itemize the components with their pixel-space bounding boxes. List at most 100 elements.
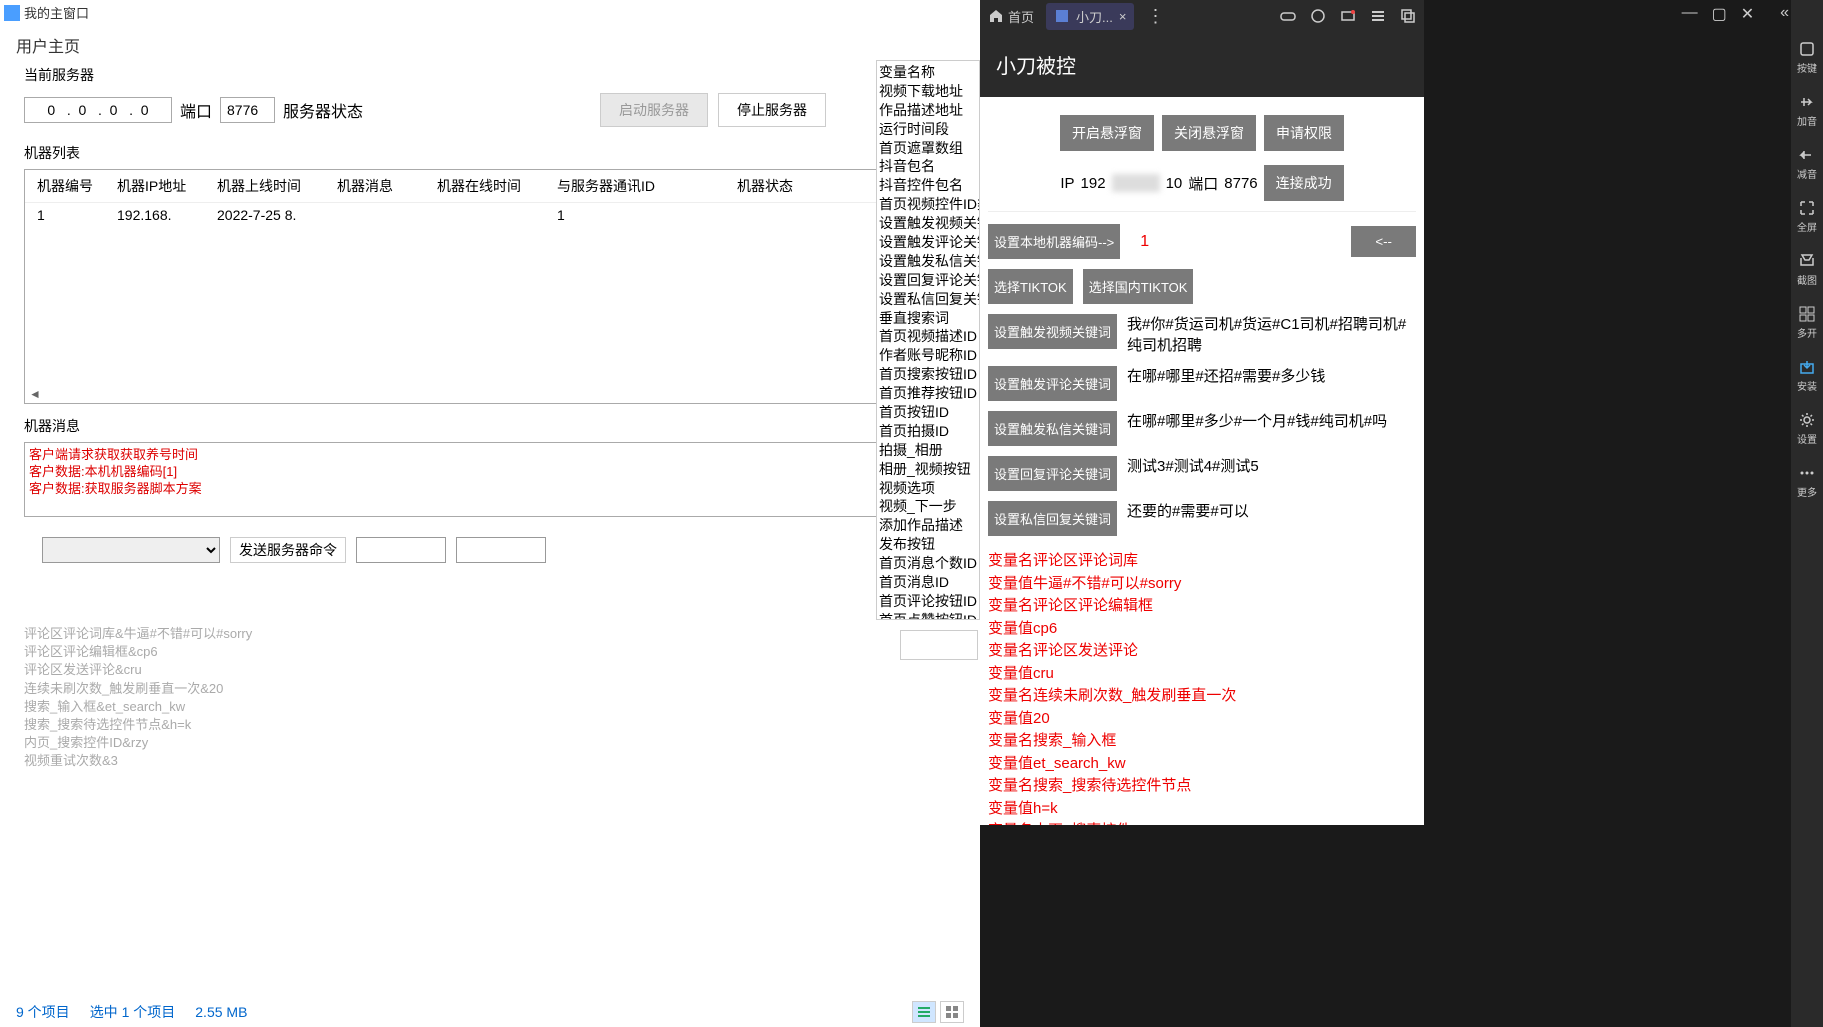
var-name-item[interactable]: 拍摄_相册	[879, 441, 977, 460]
set-keyword-button[interactable]: 设置触发评论关键词	[988, 366, 1117, 401]
minimize-icon[interactable]: —	[1682, 4, 1698, 24]
set-keyword-button[interactable]: 设置回复评论关键词	[988, 456, 1117, 491]
set-keyword-button[interactable]: 设置触发私信关键词	[988, 411, 1117, 446]
view-list-button[interactable]	[912, 1001, 936, 1023]
command-combo[interactable]	[42, 537, 220, 563]
var-name-item[interactable]: 首页消息ID	[879, 573, 977, 592]
machine-msg-box: 客户端请求获取获取养号时间 客户数据:本机机器编码[1] 客户数据:获取服务器脚…	[24, 442, 956, 517]
mobile-emulator-window: 首页 小刀... × ⋮ 小刀被控 开启悬浮窗 关闭悬浮窗 申请权限 IP 19…	[980, 0, 1424, 820]
var-name-item[interactable]: 首页按钮ID	[879, 403, 977, 422]
sidebar-item[interactable]: 截图	[1797, 252, 1817, 287]
var-name-item[interactable]: 视频选项	[879, 479, 977, 498]
main-window: 我的主窗口 用户主页 当前服务器 端口 服务器状态 启动服务器 停止服务器 机器…	[0, 0, 980, 1027]
var-name-item[interactable]: 添加作品描述	[879, 516, 977, 535]
var-name-item[interactable]: 首页视频控件ID类	[879, 195, 977, 214]
var-name-item[interactable]: 作者账号昵称ID	[879, 346, 977, 365]
variable-names-panel[interactable]: 变量名称视频下载地址作品描述地址运行时间段首页遮罩数组抖音包名抖音控件包名首页视…	[876, 60, 980, 620]
connect-button[interactable]: 连接成功	[1264, 165, 1344, 201]
close-tab-icon[interactable]: ×	[1119, 9, 1127, 24]
view-grid-button[interactable]	[940, 1001, 964, 1023]
var-name-item[interactable]: 视频_下一步	[879, 497, 977, 516]
var-name-item[interactable]: 抖音控件包名	[879, 176, 977, 195]
title-bar: 我的主窗口	[0, 0, 980, 25]
sidebar-item[interactable]: 按键	[1797, 40, 1817, 75]
var-name-item[interactable]: 作品描述地址	[879, 101, 977, 120]
send-command-button[interactable]: 发送服务器命令	[230, 537, 346, 563]
var-search-input[interactable]	[900, 630, 978, 660]
set-keyword-button[interactable]: 设置私信回复关键词	[988, 501, 1117, 536]
set-keyword-button[interactable]: 设置触发视频关键词	[988, 314, 1117, 349]
tab-app[interactable]: 小刀... ×	[1046, 3, 1134, 30]
sidebar-item[interactable]: 安装	[1797, 358, 1817, 393]
scroll-left-icon[interactable]: ◄	[29, 387, 41, 401]
table-row[interactable]: 1 192.168. 2022-7-25 8. 1	[25, 203, 955, 227]
var-name-item[interactable]: 首页搜索按钮ID	[879, 365, 977, 384]
app-icon	[4, 5, 20, 21]
mail-icon[interactable]	[1340, 8, 1356, 24]
col-time: 机器在线时间	[429, 176, 549, 196]
red-list-item: 变量值20	[988, 708, 1416, 731]
var-name-item[interactable]: 发布按钮	[879, 535, 977, 554]
status-items: 9 个项目	[16, 1002, 70, 1022]
variable-red-list: 变量名评论区评论词库变量值牛逼#不错#可以#sorry变量名评论区评论编辑框变量…	[988, 546, 1416, 825]
sidebar-item[interactable]: 多开	[1797, 305, 1817, 340]
var-name-item[interactable]: 首页遮罩数组	[879, 139, 977, 158]
var-name-item[interactable]: 运行时间段	[879, 120, 977, 139]
var-name-item[interactable]: 首页推荐按钮ID	[879, 384, 977, 403]
grid-icon	[945, 1005, 959, 1019]
collapse-icon[interactable]: «	[1780, 4, 1789, 24]
red-list-item: 变量名评论区发送评论	[988, 640, 1416, 663]
red-list-item: 变量名连续未刷次数_触发刷垂直一次	[988, 685, 1416, 708]
var-name-item[interactable]: 抖音包名	[879, 157, 977, 176]
emulator-sidebar: 按键加音减音全屏截图多开安装设置更多	[1791, 0, 1823, 1027]
sidebar-item[interactable]: 全屏	[1797, 199, 1817, 234]
arrow-back-button[interactable]: <--	[1351, 226, 1416, 257]
cmd-input-2[interactable]	[456, 537, 546, 563]
close-icon[interactable]: ✕	[1741, 4, 1754, 24]
red-list-item: 变量值h=k	[988, 798, 1416, 821]
port-input[interactable]	[220, 97, 275, 123]
close-float-button[interactable]: 关闭悬浮窗	[1162, 115, 1256, 151]
home-icon	[988, 8, 1004, 24]
menu-dots-icon[interactable]: ⋮	[1146, 6, 1164, 27]
var-name-item[interactable]: 首页拍摄ID	[879, 422, 977, 441]
var-name-item[interactable]: 设置私信回复关键	[879, 290, 977, 309]
sidebar-icon	[1798, 93, 1816, 111]
select-domestic-tiktok-button[interactable]: 选择国内TIKTOK	[1083, 269, 1194, 304]
gamepad-icon[interactable]	[1280, 8, 1296, 24]
var-name-item[interactable]: 变量名称	[879, 63, 977, 82]
globe-icon[interactable]	[1310, 8, 1326, 24]
open-float-button[interactable]: 开启悬浮窗	[1060, 115, 1154, 151]
ip-input[interactable]	[24, 97, 172, 123]
select-tiktok-button[interactable]: 选择TIKTOK	[988, 269, 1073, 304]
var-name-item[interactable]: 设置回复评论关键	[879, 271, 977, 290]
var-name-item[interactable]: 设置触发私信关键	[879, 252, 977, 271]
var-name-item[interactable]: 视频下载地址	[879, 82, 977, 101]
maximize-icon[interactable]: ▢	[1712, 4, 1727, 24]
port-value-m: 8776	[1224, 175, 1257, 192]
set-machine-code-button[interactable]: 设置本地机器编码-->	[988, 224, 1120, 259]
menu-icon[interactable]	[1370, 8, 1386, 24]
var-name-item[interactable]: 首页点赞按钮ID	[879, 611, 977, 620]
col-online: 机器上线时间	[209, 176, 329, 196]
request-permission-button[interactable]: 申请权限	[1264, 115, 1344, 151]
sidebar-item[interactable]: 减音	[1797, 146, 1817, 181]
sidebar-item[interactable]: 更多	[1797, 464, 1817, 499]
var-name-item[interactable]: 设置触发视频关键	[879, 214, 977, 233]
machine-code-value: 1	[1140, 233, 1149, 251]
var-name-item[interactable]: 相册_视频按钮	[879, 460, 977, 479]
sidebar-item[interactable]: 设置	[1797, 411, 1817, 446]
multi-window-icon[interactable]	[1400, 8, 1416, 24]
var-name-item[interactable]: 垂直搜索词	[879, 309, 977, 328]
cmd-input-1[interactable]	[356, 537, 446, 563]
col-msg: 机器消息	[329, 176, 429, 196]
var-name-item[interactable]: 首页视频描述ID	[879, 327, 977, 346]
var-name-item[interactable]: 设置触发评论关键	[879, 233, 977, 252]
sidebar-item[interactable]: 加音	[1797, 93, 1817, 128]
keyword-text: 还要的#需要#可以	[1127, 501, 1416, 522]
var-name-item[interactable]: 首页消息个数ID	[879, 554, 977, 573]
start-server-button[interactable]: 启动服务器	[600, 93, 708, 127]
tab-home[interactable]: 首页	[988, 7, 1034, 26]
var-name-item[interactable]: 首页评论按钮ID	[879, 592, 977, 611]
stop-server-button[interactable]: 停止服务器	[718, 93, 826, 127]
